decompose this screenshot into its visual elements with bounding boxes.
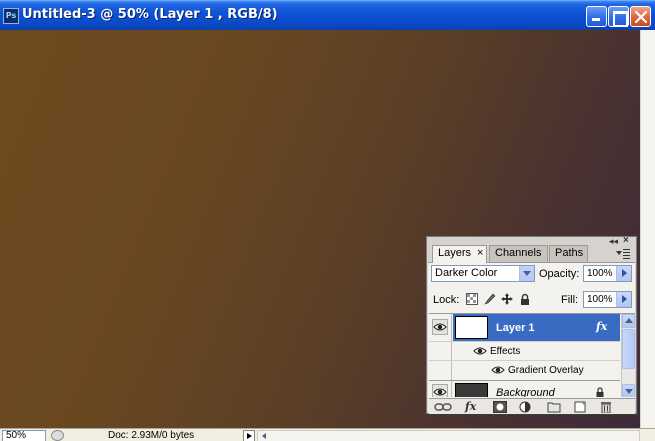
fill-value: 100%	[587, 294, 613, 305]
layer-1-thumbnail[interactable]	[455, 316, 488, 339]
minimize-button[interactable]	[586, 6, 607, 27]
vertical-scrollbar[interactable]	[640, 30, 655, 428]
panel-header-strip[interactable]: ◂◂ ×	[427, 236, 636, 246]
layers-panel-body: Darker Color Opacity: 100% Lock: Fill: 1…	[428, 262, 635, 414]
layer-mask-icon[interactable]	[493, 401, 507, 413]
layer-row-background[interactable]: Background	[429, 380, 620, 397]
tab-paths-label: Paths	[555, 247, 584, 259]
eye-icon[interactable]	[432, 319, 448, 335]
tab-close-icon[interactable]: ×	[477, 246, 483, 261]
fx-icon[interactable]: fx	[596, 320, 610, 333]
window-title: Untitled-3 @ 50% (Layer 1 , RGB/8)	[22, 7, 278, 22]
scroll-up-icon[interactable]	[622, 314, 635, 328]
effect-name: Gradient Overlay	[508, 365, 584, 376]
lock-label: Lock:	[433, 294, 460, 306]
blend-mode-value: Darker Color	[435, 267, 498, 279]
fx-icon[interactable]: fx	[465, 401, 483, 413]
effects-row[interactable]: Effects	[429, 341, 620, 360]
collapse-panel-icon[interactable]: ◂◂	[609, 237, 618, 246]
group-folder-icon[interactable]	[547, 401, 561, 413]
eye-icon[interactable]	[490, 362, 506, 378]
title-bar[interactable]: Ps Untitled-3 @ 50% (Layer 1 , RGB/8)	[0, 0, 655, 30]
status-info-icon[interactable]	[51, 430, 64, 441]
opacity-label: Opacity:	[539, 268, 580, 280]
tab-layers-label: Layers	[438, 247, 472, 259]
panel-menu-icon[interactable]	[616, 249, 630, 259]
photoshop-app-icon[interactable]: Ps	[3, 8, 19, 24]
tab-paths[interactable]: Paths	[549, 245, 588, 262]
horizontal-scrollbar[interactable]	[257, 430, 640, 441]
lock-all-icon[interactable]	[519, 293, 531, 305]
new-layer-icon[interactable]	[573, 401, 587, 413]
eye-icon[interactable]	[432, 384, 448, 397]
tab-channels-label: Channels	[495, 247, 542, 259]
link-layers-icon[interactable]	[434, 401, 452, 413]
lock-transparent-pixels-icon[interactable]	[466, 293, 478, 305]
blend-mode-select[interactable]: Darker Color	[431, 265, 535, 282]
status-menu-arrow-icon[interactable]	[243, 430, 255, 441]
scroll-left-icon[interactable]	[259, 431, 270, 441]
fill-slider-arrow-icon[interactable]	[616, 292, 631, 307]
eye-icon[interactable]	[472, 343, 488, 359]
close-panel-icon[interactable]: ×	[623, 236, 629, 246]
background-thumbnail[interactable]	[455, 383, 488, 397]
layers-panel-footer: fx	[429, 398, 635, 414]
close-icon	[635, 11, 647, 23]
layer-list-scrollbar[interactable]	[621, 314, 635, 397]
layer-name[interactable]: Background	[496, 387, 555, 397]
gradient-overlay-effect-row[interactable]: Gradient Overlay	[429, 360, 620, 379]
layer-name[interactable]: Layer 1	[496, 322, 535, 334]
lock-position-icon[interactable]	[501, 293, 513, 305]
opacity-slider-arrow-icon[interactable]	[616, 266, 631, 281]
lock-icon	[596, 387, 604, 397]
fill-label: Fill:	[561, 294, 579, 306]
chevron-down-icon[interactable]	[519, 266, 534, 281]
tab-layers[interactable]: Layers ×	[432, 245, 487, 263]
lock-image-pixels-icon[interactable]	[484, 293, 496, 305]
layer-row-layer-1[interactable]: Layer 1 fx	[429, 314, 620, 341]
zoom-level-field[interactable]: 50%	[2, 430, 46, 441]
layer-list[interactable]: Layer 1 fx Effects Gradient Overlay Back…	[429, 313, 635, 397]
fill-field[interactable]: 100%	[583, 291, 632, 308]
layers-panel[interactable]: ◂◂ × Layers × Channels Paths Darker Colo…	[426, 236, 637, 414]
status-bar: 50% Doc: 2.93M/0 bytes	[0, 428, 655, 441]
maximize-button[interactable]	[608, 6, 629, 27]
opacity-value: 100%	[587, 268, 613, 279]
trash-icon[interactable]	[599, 401, 613, 413]
effects-label: Effects	[490, 346, 521, 357]
close-button[interactable]	[630, 6, 651, 27]
scroll-down-icon[interactable]	[622, 384, 635, 397]
scrollbar-thumb[interactable]	[622, 329, 635, 369]
opacity-field[interactable]: 100%	[583, 265, 632, 282]
adjustment-layer-icon[interactable]	[519, 401, 533, 413]
document-size-info: Doc: 2.93M/0 bytes	[108, 430, 195, 441]
tab-channels[interactable]: Channels	[489, 245, 548, 262]
